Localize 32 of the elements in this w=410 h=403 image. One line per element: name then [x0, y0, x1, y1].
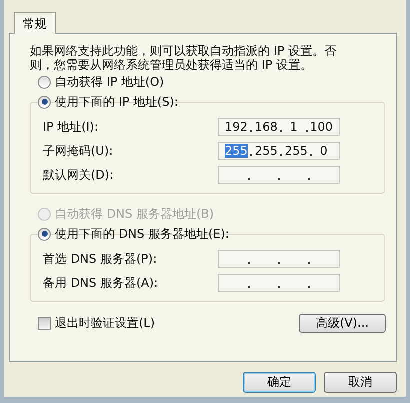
- octet-text: 100: [310, 120, 333, 134]
- radio-label: 使用下面的 DNS 服务器地址(E):: [55, 226, 230, 242]
- octet-text: 255: [285, 144, 308, 158]
- checkbox[interactable]: [38, 317, 51, 330]
- advanced-button[interactable]: 高级(V)...: [299, 314, 386, 333]
- octet-text: 192: [225, 120, 248, 134]
- radio-label: 使用下面的 IP 地址(S):: [55, 94, 178, 110]
- octet-text: 0: [319, 144, 329, 158]
- ip-address-field[interactable]: [218, 250, 340, 268]
- radio-button[interactable]: [38, 96, 51, 108]
- octet-text: 255: [255, 144, 278, 158]
- checkbox-label: 退出时验证设置(L): [55, 315, 156, 332]
- cancel-button[interactable]: 取消: [324, 372, 397, 393]
- octet-text: 168: [255, 120, 278, 134]
- radio-button[interactable]: [38, 76, 51, 88]
- field-label: 默认网关(D):: [43, 166, 114, 184]
- general-tab[interactable]: 常规: [14, 12, 56, 34]
- field-label: 子网掩码(U):: [43, 142, 114, 160]
- ok-button[interactable]: 确定: [243, 372, 316, 393]
- radio-label: 自动获得 IP 地址(O): [55, 74, 164, 90]
- ip-address-field[interactable]: [218, 274, 340, 292]
- ip-address-field[interactable]: 255 255 255 0: [218, 142, 340, 160]
- octet-text: 255: [225, 144, 248, 158]
- ip-address-field[interactable]: 192 168 1 100: [218, 118, 340, 136]
- radio-label: 自动获得 DNS 服务器地址(B): [55, 206, 214, 222]
- field-label: 首选 DNS 服务器(P):: [43, 250, 158, 268]
- field-label: IP 地址(I):: [43, 118, 99, 136]
- octet-text: 1: [289, 120, 299, 134]
- ip-address-field[interactable]: [218, 166, 340, 184]
- field-label: 备用 DNS 服务器(A):: [43, 274, 158, 292]
- radio-button[interactable]: [38, 228, 51, 240]
- intro-text: 如果网络支持此功能，则可以获取自动指派的 IP 设置。否则，您需要从网络系统管理员处获得适当的 IP 设置。: [30, 44, 338, 72]
